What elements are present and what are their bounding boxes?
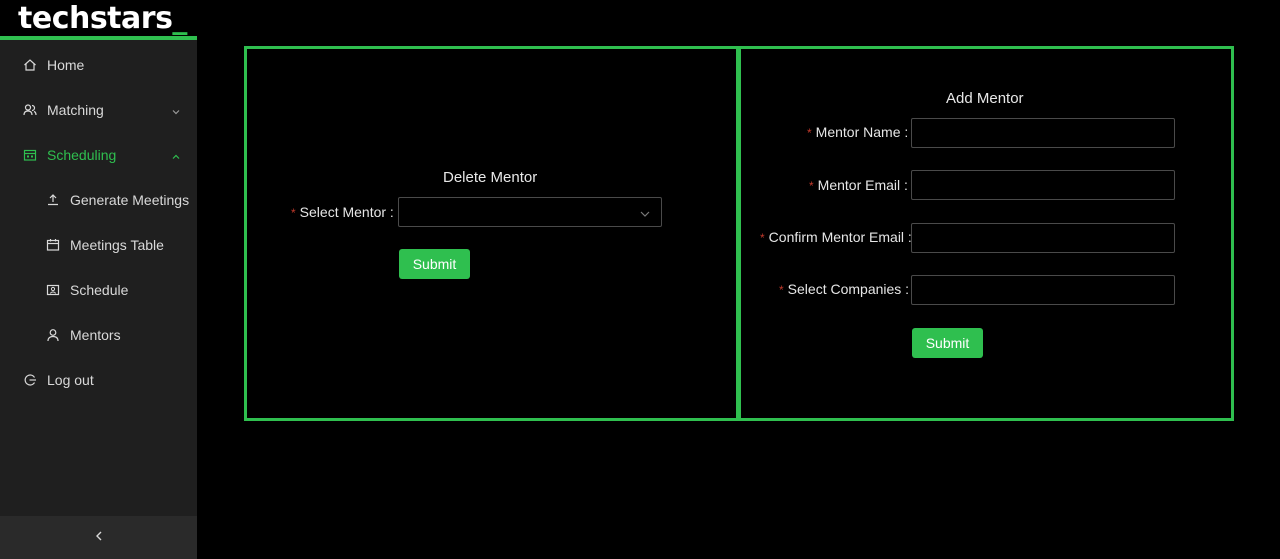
mentor-email-label: * Mentor Email : [809,177,908,193]
users-icon [23,103,37,117]
required-asterisk: * [779,283,784,297]
mentor-name-label: * Mentor Name : [807,124,909,140]
select-mentor-dropdown[interactable] [398,197,662,227]
sidebar: techstars_ Home Matching Scheduling Gene… [0,0,197,559]
required-asterisk: * [809,179,814,193]
sidebar-item-mentors[interactable]: Mentors [0,315,197,355]
confirm-mentor-email-label: * Confirm Mentor Email : [760,229,912,245]
mentor-name-input[interactable] [911,118,1175,148]
table-calendar-icon [46,238,60,252]
sidebar-item-label: Generate Meetings [70,192,190,208]
logo-text: techstars [18,1,173,36]
calendar-icon [23,148,37,162]
delete-submit-button[interactable]: Submit [399,249,470,279]
chevron-up-icon [171,149,181,159]
logout-icon [23,373,37,387]
sidebar-item-label: Scheduling [47,147,117,163]
sidebar-item-label: Mentors [70,327,121,343]
schedule-icon [46,283,60,297]
sidebar-item-home[interactable]: Home [0,45,197,85]
chevron-left-icon [93,529,105,547]
sidebar-item-label: Matching [47,102,104,118]
delete-mentor-panel: Delete Mentor * Select Mentor : Submit [244,46,739,421]
logo: techstars_ [0,0,197,40]
sidebar-item-label: Schedule [70,282,129,298]
sidebar-collapse-button[interactable] [0,516,197,559]
sidebar-item-scheduling[interactable]: Scheduling [0,135,197,175]
add-mentor-title: Add Mentor [946,90,1024,107]
sidebar-item-logout[interactable]: Log out [0,360,197,400]
upload-icon [46,193,60,207]
delete-mentor-title: Delete Mentor [443,169,538,186]
sidebar-item-matching[interactable]: Matching [0,90,197,130]
sidebar-item-label: Log out [47,372,94,388]
sidebar-item-meetings-table[interactable]: Meetings Table [0,225,197,265]
add-mentor-panel: Add Mentor * Mentor Name : * Mentor Email … [738,46,1234,421]
select-companies-input[interactable] [911,275,1175,305]
required-asterisk: * [760,231,765,245]
home-icon [23,58,37,72]
confirm-mentor-email-input[interactable] [911,223,1175,253]
logo-cursor: _ [172,1,187,36]
required-asterisk: * [807,126,812,140]
sidebar-item-generate-meetings[interactable]: Generate Meetings [0,180,197,220]
required-asterisk: * [291,206,296,220]
app-root: techstars_ Home Matching Scheduling Gene… [0,0,1280,559]
mentor-email-input[interactable] [911,170,1175,200]
user-icon [46,328,60,342]
add-submit-button[interactable]: Submit [912,328,983,358]
chevron-down-icon [171,104,181,115]
sidebar-item-schedule[interactable]: Schedule [0,270,197,310]
sidebar-item-label: Meetings Table [70,237,164,253]
select-companies-label: * Select Companies : [779,281,910,297]
sidebar-item-label: Home [47,57,85,73]
select-mentor-label: * Select Mentor : [291,204,394,220]
chevron-down-icon [639,207,651,219]
